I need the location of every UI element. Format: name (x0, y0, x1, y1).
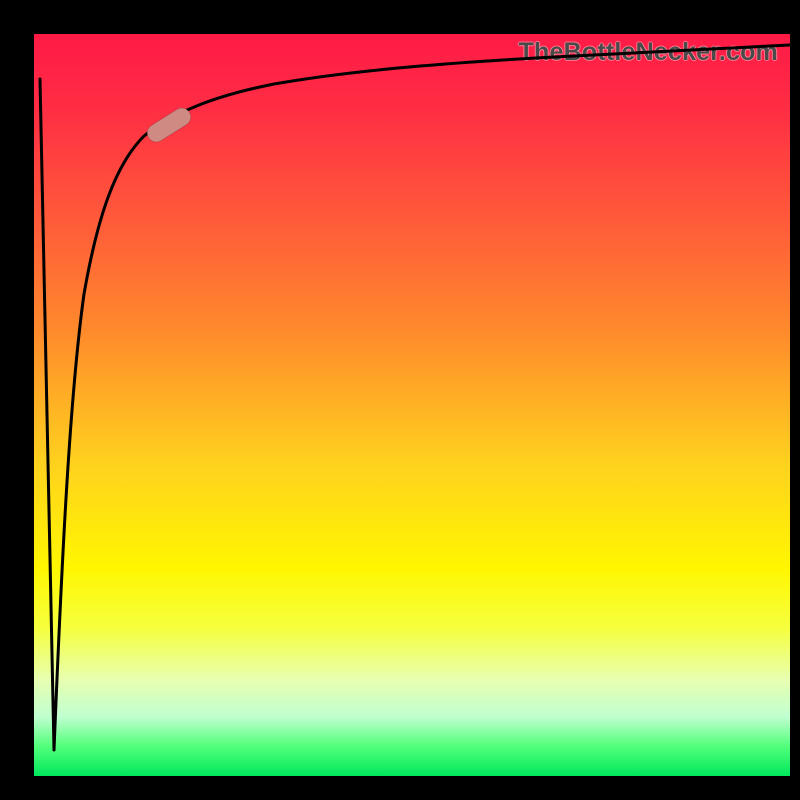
curve-marker (144, 105, 194, 146)
bottleneck-curve (34, 34, 790, 776)
marker-pill (144, 105, 194, 146)
curve-path (40, 45, 790, 750)
plot-area: TheBottleNecker.com (34, 34, 790, 776)
chart-frame: TheBottleNecker.com (0, 0, 800, 800)
